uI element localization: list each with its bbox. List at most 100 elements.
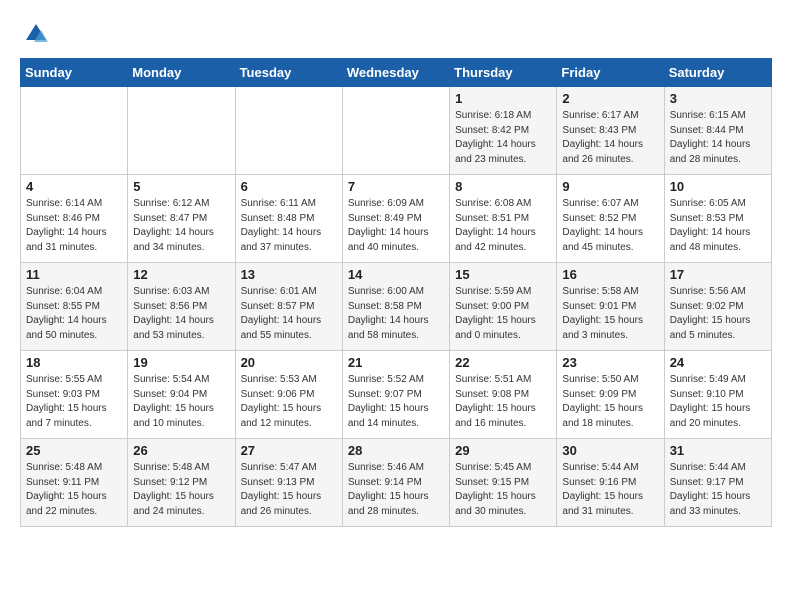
- calendar-cell: 11 Sunrise: 6:04 AM Sunset: 8:55 PM Dayli…: [21, 263, 128, 351]
- calendar-cell: 15 Sunrise: 5:59 AM Sunset: 9:00 PM Dayli…: [450, 263, 557, 351]
- day-info: Sunrise: 6:11 AM Sunset: 8:48 PM Dayligh…: [241, 197, 337, 255]
- calendar-week-row: 18 Sunrise: 5:55 AM Sunset: 9:03 PM Dayli…: [21, 351, 772, 439]
- calendar-cell: 7 Sunrise: 6:09 AM Sunset: 8:49 PM Daylig…: [342, 175, 449, 263]
- day-number: 8: [455, 179, 551, 194]
- day-info: Sunrise: 5:44 AM Sunset: 9:16 PM Dayligh…: [562, 461, 658, 519]
- day-info: Sunrise: 5:55 AM Sunset: 9:03 PM Dayligh…: [26, 373, 122, 431]
- calendar-week-row: 4 Sunrise: 6:14 AM Sunset: 8:46 PM Daylig…: [21, 175, 772, 263]
- calendar-cell: 17 Sunrise: 5:56 AM Sunset: 9:02 PM Dayli…: [664, 263, 771, 351]
- calendar-cell: 24Sunrise: 5:49 AM Sunset: 9:10 PM Dayli…: [664, 351, 771, 439]
- weekday-header: Wednesday: [342, 59, 449, 87]
- calendar-cell: 4 Sunrise: 6:14 AM Sunset: 8:46 PM Daylig…: [21, 175, 128, 263]
- day-info: Sunrise: 5:48 AM Sunset: 9:11 PM Dayligh…: [26, 461, 122, 519]
- day-number: 31: [670, 443, 766, 458]
- calendar-cell: 21 Sunrise: 5:52 AM Sunset: 9:07 PM Dayli…: [342, 351, 449, 439]
- day-info: Sunrise: 5:53 AM Sunset: 9:06 PM Dayligh…: [241, 373, 337, 431]
- day-number: 30: [562, 443, 658, 458]
- day-info: Sunrise: 5:47 AM Sunset: 9:13 PM Dayligh…: [241, 461, 337, 519]
- day-info: Sunrise: 5:59 AM Sunset: 9:00 PM Dayligh…: [455, 285, 551, 343]
- day-info: Sunrise: 6:05 AM Sunset: 8:53 PM Dayligh…: [670, 197, 766, 255]
- day-number: 29: [455, 443, 551, 458]
- calendar-cell: 26 Sunrise: 5:48 AM Sunset: 9:12 PM Dayli…: [128, 439, 235, 527]
- day-info: Sunrise: 6:03 AM Sunset: 8:56 PM Dayligh…: [133, 285, 229, 343]
- calendar-week-row: 1Sunrise: 6:18 AM Sunset: 8:42 PM Daylig…: [21, 87, 772, 175]
- day-number: 18: [26, 355, 122, 370]
- day-number: 7: [348, 179, 444, 194]
- calendar-cell: 19Sunrise: 5:54 AM Sunset: 9:04 PM Dayli…: [128, 351, 235, 439]
- calendar-cell: 25 Sunrise: 5:48 AM Sunset: 9:11 PM Dayli…: [21, 439, 128, 527]
- day-info: Sunrise: 6:18 AM Sunset: 8:42 PM Dayligh…: [455, 109, 551, 167]
- logo: [20, 20, 52, 48]
- calendar-cell: 29 Sunrise: 5:45 AM Sunset: 9:15 PM Dayli…: [450, 439, 557, 527]
- calendar-cell: 18 Sunrise: 5:55 AM Sunset: 9:03 PM Dayli…: [21, 351, 128, 439]
- day-number: 12: [133, 267, 229, 282]
- day-info: Sunrise: 6:00 AM Sunset: 8:58 PM Dayligh…: [348, 285, 444, 343]
- day-info: Sunrise: 6:15 AM Sunset: 8:44 PM Dayligh…: [670, 109, 766, 167]
- calendar-cell: 28Sunrise: 5:46 AM Sunset: 9:14 PM Dayli…: [342, 439, 449, 527]
- calendar-cell: 23 Sunrise: 5:50 AM Sunset: 9:09 PM Dayli…: [557, 351, 664, 439]
- day-number: 21: [348, 355, 444, 370]
- day-info: Sunrise: 5:48 AM Sunset: 9:12 PM Dayligh…: [133, 461, 229, 519]
- calendar-cell: 2 Sunrise: 6:17 AM Sunset: 8:43 PM Daylig…: [557, 87, 664, 175]
- calendar-cell: 10 Sunrise: 6:05 AM Sunset: 8:53 PM Dayli…: [664, 175, 771, 263]
- day-number: 27: [241, 443, 337, 458]
- calendar-cell: 27 Sunrise: 5:47 AM Sunset: 9:13 PM Dayli…: [235, 439, 342, 527]
- calendar-cell: 31 Sunrise: 5:44 AM Sunset: 9:17 PM Dayli…: [664, 439, 771, 527]
- day-info: Sunrise: 6:12 AM Sunset: 8:47 PM Dayligh…: [133, 197, 229, 255]
- calendar-cell: 1Sunrise: 6:18 AM Sunset: 8:42 PM Daylig…: [450, 87, 557, 175]
- day-number: 14: [348, 267, 444, 282]
- day-info: Sunrise: 6:01 AM Sunset: 8:57 PM Dayligh…: [241, 285, 337, 343]
- calendar-cell: 8 Sunrise: 6:08 AM Sunset: 8:51 PM Daylig…: [450, 175, 557, 263]
- weekday-header: Monday: [128, 59, 235, 87]
- day-info: Sunrise: 6:04 AM Sunset: 8:55 PM Dayligh…: [26, 285, 122, 343]
- day-number: 15: [455, 267, 551, 282]
- calendar-week-row: 11 Sunrise: 6:04 AM Sunset: 8:55 PM Dayli…: [21, 263, 772, 351]
- day-number: 26: [133, 443, 229, 458]
- weekday-header: Thursday: [450, 59, 557, 87]
- day-number: 17: [670, 267, 766, 282]
- day-number: 11: [26, 267, 122, 282]
- day-info: Sunrise: 5:58 AM Sunset: 9:01 PM Dayligh…: [562, 285, 658, 343]
- day-info: Sunrise: 5:49 AM Sunset: 9:10 PM Dayligh…: [670, 373, 766, 431]
- calendar-cell: 6Sunrise: 6:11 AM Sunset: 8:48 PM Daylig…: [235, 175, 342, 263]
- day-number: 19: [133, 355, 229, 370]
- weekday-header: Tuesday: [235, 59, 342, 87]
- calendar-cell: 5 Sunrise: 6:12 AM Sunset: 8:47 PM Daylig…: [128, 175, 235, 263]
- day-info: Sunrise: 5:46 AM Sunset: 9:14 PM Dayligh…: [348, 461, 444, 519]
- day-number: 22: [455, 355, 551, 370]
- calendar-cell: 12 Sunrise: 6:03 AM Sunset: 8:56 PM Dayli…: [128, 263, 235, 351]
- day-info: Sunrise: 5:52 AM Sunset: 9:07 PM Dayligh…: [348, 373, 444, 431]
- day-number: 5: [133, 179, 229, 194]
- day-info: Sunrise: 6:07 AM Sunset: 8:52 PM Dayligh…: [562, 197, 658, 255]
- day-info: Sunrise: 6:08 AM Sunset: 8:51 PM Dayligh…: [455, 197, 551, 255]
- day-number: 16: [562, 267, 658, 282]
- calendar-cell: 30 Sunrise: 5:44 AM Sunset: 9:16 PM Dayli…: [557, 439, 664, 527]
- day-number: 10: [670, 179, 766, 194]
- page-header: [20, 20, 772, 48]
- day-info: Sunrise: 6:17 AM Sunset: 8:43 PM Dayligh…: [562, 109, 658, 167]
- day-info: Sunrise: 5:44 AM Sunset: 9:17 PM Dayligh…: [670, 461, 766, 519]
- day-number: 13: [241, 267, 337, 282]
- day-info: Sunrise: 6:09 AM Sunset: 8:49 PM Dayligh…: [348, 197, 444, 255]
- calendar-cell: 20 Sunrise: 5:53 AM Sunset: 9:06 PM Dayli…: [235, 351, 342, 439]
- weekday-header-row: SundayMondayTuesdayWednesdayThursdayFrid…: [21, 59, 772, 87]
- weekday-header: Sunday: [21, 59, 128, 87]
- day-info: Sunrise: 5:51 AM Sunset: 9:08 PM Dayligh…: [455, 373, 551, 431]
- calendar-cell: 13 Sunrise: 6:01 AM Sunset: 8:57 PM Dayli…: [235, 263, 342, 351]
- day-number: 23: [562, 355, 658, 370]
- day-number: 25: [26, 443, 122, 458]
- day-number: 9: [562, 179, 658, 194]
- calendar-cell: 14 Sunrise: 6:00 AM Sunset: 8:58 PM Dayli…: [342, 263, 449, 351]
- day-info: Sunrise: 5:56 AM Sunset: 9:02 PM Dayligh…: [670, 285, 766, 343]
- calendar-week-row: 25 Sunrise: 5:48 AM Sunset: 9:11 PM Dayli…: [21, 439, 772, 527]
- calendar-cell: [342, 87, 449, 175]
- day-number: 2: [562, 91, 658, 106]
- calendar-cell: 16 Sunrise: 5:58 AM Sunset: 9:01 PM Dayli…: [557, 263, 664, 351]
- calendar-cell: [128, 87, 235, 175]
- calendar-cell: [21, 87, 128, 175]
- day-info: Sunrise: 5:50 AM Sunset: 9:09 PM Dayligh…: [562, 373, 658, 431]
- day-info: Sunrise: 6:14 AM Sunset: 8:46 PM Dayligh…: [26, 197, 122, 255]
- day-number: 20: [241, 355, 337, 370]
- day-info: Sunrise: 5:45 AM Sunset: 9:15 PM Dayligh…: [455, 461, 551, 519]
- day-number: 4: [26, 179, 122, 194]
